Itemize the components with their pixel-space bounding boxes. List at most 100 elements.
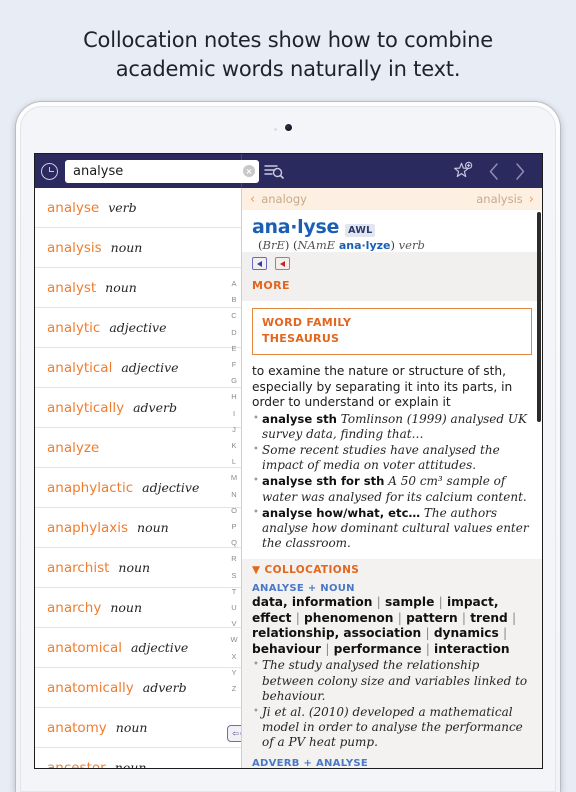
list-item-pos: noun	[118, 560, 151, 575]
alpha-letter[interactable]: T	[232, 584, 237, 600]
alpha-letter[interactable]: L	[232, 454, 236, 470]
collocations-toggle[interactable]: ▼ COLLOCATIONS	[252, 564, 532, 576]
alpha-letter[interactable]: O	[231, 503, 237, 519]
list-item-word: anarchy	[47, 599, 102, 616]
panel-resize-handle[interactable]: ⇦ ⇨	[227, 725, 241, 742]
list-item-word: anarchist	[47, 559, 110, 576]
alpha-letter[interactable]: J	[232, 422, 236, 438]
example-item: analyse sth for sth A 50 cm³ sample of w…	[252, 473, 532, 504]
prev-entry-link[interactable]: ‹ analogy	[250, 192, 307, 207]
list-item[interactable]: analyst noun	[35, 268, 241, 308]
list-item[interactable]: anarchist noun	[35, 548, 241, 588]
toolbar-left	[35, 154, 284, 188]
alpha-letter[interactable]: U	[231, 600, 236, 616]
list-item[interactable]: analytical adjective	[35, 348, 241, 388]
alpha-letter[interactable]: I	[233, 406, 235, 422]
alpha-letter[interactable]: P	[231, 519, 236, 535]
alpha-letter[interactable]: Q	[231, 535, 237, 551]
entry-content: ana·lyse AWL (BrE) (NAmE ana·lyze) verb …	[242, 210, 542, 768]
triangle-down-icon: ▼	[252, 564, 261, 577]
list-item[interactable]: analyze	[35, 428, 241, 468]
alpha-letter[interactable]: F	[232, 357, 237, 373]
variant-name-label: NAmE	[297, 238, 336, 252]
alpha-letter[interactable]: Y	[231, 665, 236, 681]
example-item: The study analysed the relationship betw…	[252, 657, 532, 704]
list-item-word: anatomy	[47, 719, 107, 736]
entry-pane: ‹ analogy analysis › ana·lyse AWL (BrE) …	[242, 188, 542, 768]
list-item[interactable]: anatomical adjective	[35, 628, 241, 668]
thesaurus-link[interactable]: THESAURUS	[262, 331, 522, 347]
headword-row: ana·lyse AWL (BrE) (NAmE ana·lyze) verb	[242, 210, 542, 252]
chevron-right-icon: ›	[528, 191, 534, 207]
search-field[interactable]	[65, 159, 259, 183]
list-item[interactable]: anaphylactic adjective	[35, 468, 241, 508]
list-item[interactable]: analytically adverb	[35, 388, 241, 428]
chevron-right-icon[interactable]	[514, 162, 526, 181]
word-family-thesaurus-box: WORD FAMILY THESAURUS	[252, 308, 532, 355]
alpha-letter[interactable]: W	[230, 632, 237, 648]
entry-nav-strip: ‹ analogy analysis ›	[242, 188, 542, 210]
search-input[interactable]	[73, 163, 243, 179]
chevron-left-icon[interactable]	[488, 162, 500, 181]
alpha-letter[interactable]: R	[231, 551, 236, 567]
speaker-name-icon[interactable]	[275, 257, 290, 270]
list-search-icon[interactable]	[263, 162, 285, 180]
alpha-letter[interactable]: H	[231, 389, 236, 405]
example-pattern: analyse how/what, etc…	[262, 505, 421, 520]
list-item-pos: noun	[110, 240, 143, 255]
alpha-letter[interactable]: B	[231, 292, 236, 308]
example-pattern: analyse sth	[262, 411, 337, 426]
example-pattern: analyse sth for sth	[262, 474, 385, 489]
app-screen: analyse verb analysis noun analyst noun ana…	[35, 154, 542, 768]
more-link[interactable]: MORE	[252, 279, 290, 292]
list-item[interactable]: anaphylaxis noun	[35, 508, 241, 548]
example-list: analyse sth Tomlinson (1999) analysed UK…	[252, 410, 532, 552]
list-item[interactable]: analysis noun	[35, 228, 241, 268]
alpha-letter[interactable]: V	[231, 616, 236, 632]
list-item[interactable]: anarchy noun	[35, 588, 241, 628]
alpha-letter[interactable]: C	[231, 308, 236, 324]
list-item-word: analyse	[47, 199, 100, 216]
part-of-speech: verb	[398, 238, 425, 252]
awl-badge: AWL	[345, 224, 376, 237]
alpha-letter[interactable]: X	[231, 649, 236, 665]
word-list[interactable]: analyse verb analysis noun analyst noun ana…	[35, 188, 242, 768]
alpha-letter[interactable]: K	[231, 438, 236, 454]
clear-icon[interactable]	[243, 165, 255, 177]
alpha-letter[interactable]: D	[231, 325, 236, 341]
alpha-letter[interactable]: N	[231, 487, 236, 503]
clock-icon[interactable]	[41, 162, 58, 180]
next-entry-link[interactable]: analysis ›	[476, 192, 534, 207]
alpha-letter[interactable]: M	[231, 470, 237, 486]
list-item[interactable]: anatomically adverb	[35, 668, 241, 708]
list-item-pos: noun	[115, 720, 148, 735]
word-family-link[interactable]: WORD FAMILY	[262, 315, 522, 331]
list-item[interactable]: analytic adjective	[35, 308, 241, 348]
list-item-pos: adjective	[121, 360, 179, 375]
prev-entry-label: analogy	[261, 192, 307, 206]
list-item-word: anatomically	[47, 679, 134, 696]
collocation-group: ADVERB + ANALYSE thoroughly | carefully …	[252, 758, 532, 768]
list-item-word: analyst	[47, 279, 97, 296]
speaker-bre-icon[interactable]	[252, 257, 267, 270]
list-item[interactable]: analyse verb	[35, 188, 241, 228]
alpha-letter[interactable]: G	[231, 373, 237, 389]
variant-mid: ) (	[284, 238, 298, 252]
collocation-examples: The study analysed the relationship betw…	[252, 657, 532, 750]
star-plus-icon[interactable]	[453, 161, 474, 182]
alpha-letter[interactable]: E	[231, 341, 236, 357]
entry-scrollbar[interactable]	[537, 212, 541, 422]
list-item[interactable]: ancestor noun	[35, 748, 241, 769]
collocation-heading: ANALYSE + NOUN	[252, 583, 355, 595]
alphabet-index[interactable]: A B C D E F G H I J K L M N O P Q R S T	[227, 276, 241, 697]
app-body: analyse verb analysis noun analyst noun ana…	[35, 188, 542, 768]
audio-more-box: MORE	[242, 252, 542, 301]
alpha-letter[interactable]: S	[231, 568, 236, 584]
alpha-letter[interactable]: A	[231, 276, 236, 292]
alpha-letter[interactable]: Z	[232, 681, 237, 697]
next-entry-label: analysis	[476, 192, 523, 206]
list-item[interactable]: anatomy noun	[35, 708, 241, 748]
example-item: analyse how/what, etc… The authors analy…	[252, 505, 532, 552]
list-item-pos: adverb	[142, 680, 187, 695]
audio-row	[252, 257, 532, 270]
